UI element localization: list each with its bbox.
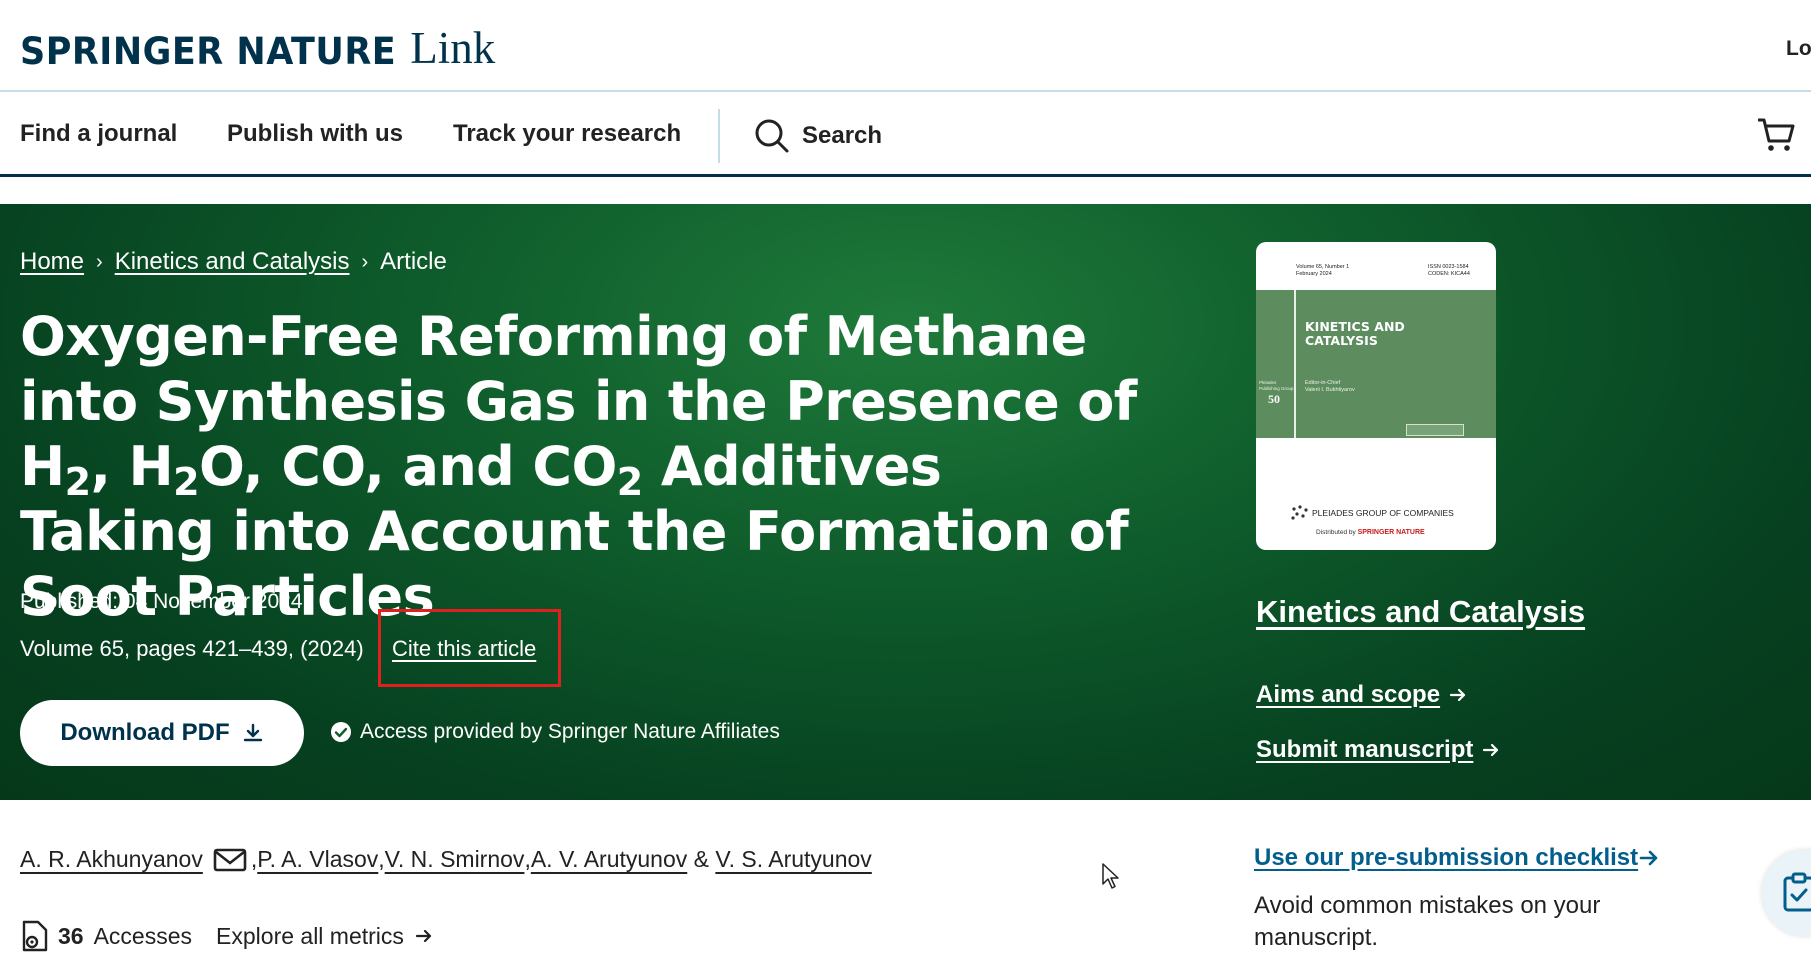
logo-brand-text: SPRINGER NATURE	[20, 30, 397, 74]
author-link[interactable]: A. V. Arutyunov	[531, 846, 687, 873]
breadcrumb-journal[interactable]: Kinetics and Catalysis	[115, 248, 350, 276]
accesses-label: Accesses	[93, 922, 193, 949]
site-header: SPRINGER NATURE Link Lo	[0, 0, 1811, 92]
pre-submission-checklist-link[interactable]: Use our pre-submission checklist	[1254, 844, 1660, 872]
explore-metrics-link[interactable]: Explore all metrics	[216, 923, 434, 950]
cover-editor-label: Editor-in-Chief	[1305, 380, 1341, 386]
author-link[interactable]: V. S. Arutyunov	[715, 846, 871, 873]
checklist-fab-button[interactable]	[1762, 850, 1811, 936]
cart-icon[interactable]	[1756, 114, 1796, 154]
cover-distributor: Distributed by SPRINGER NATURE	[1316, 529, 1425, 536]
title-text: , H	[90, 435, 174, 498]
title-subscript: 2	[173, 460, 199, 504]
cover-publisher-name: PLEIADES GROUP OF COMPANIES	[1312, 508, 1454, 518]
accesses-count: 36	[58, 922, 84, 949]
submit-manuscript-label: Submit manuscript	[1256, 736, 1474, 763]
nav-divider	[718, 109, 720, 163]
cover-editor-name: Valerii I. Bukhtiyarov	[1305, 387, 1355, 393]
article-metrics: 36 Accesses Explore all metrics	[20, 920, 434, 952]
cover-header: Volume 65, Number 1 February 2024 ISSN 00…	[1256, 242, 1496, 290]
journal-cover-image[interactable]: Volume 65, Number 1 February 2024 ISSN 00…	[1256, 242, 1496, 550]
nav-publish-with-us[interactable]: Publish with us	[227, 120, 403, 148]
cover-publisher: PLEIADES GROUP OF COMPANIES	[1290, 505, 1454, 521]
download-pdf-button[interactable]: Download PDF	[20, 700, 304, 766]
cover-title-line: KINETICS AND	[1305, 319, 1405, 334]
article-title: Oxygen-Free Reforming of Methane into Sy…	[20, 304, 1140, 629]
arrow-right-icon	[1639, 850, 1658, 866]
cover-band: Pleiades Publishing Group 50 KINETICS AN…	[1256, 290, 1496, 438]
author-ampersand: &	[687, 846, 716, 872]
access-info: Access provided by Springer Nature Affil…	[330, 720, 780, 744]
cover-coden: CODEN: KICA44	[1428, 271, 1470, 277]
cover-distributor-name: SPRINGER NATURE	[1357, 529, 1425, 536]
author-link[interactable]: P. A. Vlasov	[257, 846, 378, 873]
title-subscript: 2	[64, 460, 91, 504]
volume-pages: Volume 65, pages 421–439, (2024)	[20, 636, 364, 661]
mail-icon[interactable]	[213, 847, 247, 873]
breadcrumb-current: Article	[380, 248, 447, 275]
checklist-icon	[1783, 872, 1811, 912]
cover-title-line: CATALYSIS	[1305, 333, 1378, 348]
search-icon	[755, 119, 789, 153]
aims-and-scope-link[interactable]: Aims and scope	[1256, 681, 1468, 709]
search-button[interactable]: Search	[754, 118, 882, 154]
cover-date: February 2024	[1296, 271, 1332, 277]
cover-issn-info: ISSN 0023-1584 CODEN: KICA44	[1428, 264, 1470, 278]
article-hero: Home › Kinetics and Catalysis › Article …	[0, 204, 1811, 800]
nav-find-journal[interactable]: Find a journal	[20, 120, 177, 148]
chevron-right-icon: ›	[361, 250, 369, 273]
download-icon	[243, 723, 262, 742]
author-link[interactable]: A. R. Akhunyanov	[20, 846, 203, 873]
cover-stamp	[1406, 424, 1464, 436]
mouse-cursor-icon	[1102, 863, 1119, 889]
cover-volume-info: Volume 65, Number 1 February 2024	[1296, 264, 1349, 278]
journal-title-link[interactable]: Kinetics and Catalysis	[1256, 594, 1585, 630]
cite-this-article-link[interactable]: Cite this article	[392, 636, 536, 662]
cover-volume: Volume 65, Number 1	[1296, 264, 1350, 270]
metrics-icon	[22, 920, 48, 952]
main-nav: Find a journal Publish with us Track you…	[0, 92, 1811, 177]
arrow-right-icon	[1483, 743, 1499, 757]
nav-track-research[interactable]: Track your research	[453, 120, 681, 148]
author-link[interactable]: V. N. Smirnov	[385, 846, 525, 873]
cover-anniversary: 50	[1268, 392, 1280, 406]
logo-product-text: Link	[410, 23, 496, 73]
cover-side-column: Pleiades Publishing Group 50	[1256, 290, 1296, 438]
author-list: A. R. Akhunyanov , P. A. Vlasov , V. N. …	[20, 846, 872, 873]
aims-and-scope-label: Aims and scope	[1256, 681, 1441, 708]
login-link[interactable]: Lo	[1786, 37, 1811, 61]
access-text: Access provided by Springer Nature Affil…	[360, 720, 780, 743]
arrow-right-icon	[415, 929, 432, 943]
cover-side-text: Pleiades Publishing Group	[1259, 380, 1294, 391]
chevron-right-icon: ›	[96, 250, 103, 273]
cover-editor: Editor-in-Chief Valerii I. Bukhtiyarov	[1305, 380, 1355, 394]
cover-title: KINETICS AND CATALYSIS	[1305, 320, 1405, 348]
explore-metrics-label: Explore all metrics	[216, 922, 404, 949]
check-circle-icon	[331, 722, 351, 742]
pleiades-logo-icon	[1291, 505, 1308, 520]
arrow-right-icon	[1449, 688, 1466, 702]
search-label: Search	[802, 122, 883, 149]
breadcrumb: Home › Kinetics and Catalysis › Article	[20, 248, 447, 276]
title-subscript: 2	[616, 460, 643, 504]
published-date: Published: 04 November 2024	[20, 590, 303, 613]
cover-distributed-by: Distributed by	[1316, 529, 1356, 536]
checklist-description: Avoid common mistakes on your manuscript…	[1254, 892, 1601, 951]
download-pdf-label: Download PDF	[60, 719, 230, 746]
title-text: O, CO, and CO	[199, 435, 617, 498]
checklist-label: Use our pre-submission checklist	[1254, 844, 1639, 871]
submit-manuscript-link[interactable]: Submit manuscript	[1256, 736, 1501, 764]
cover-issn: ISSN 0023-1584	[1428, 264, 1469, 270]
springer-nature-link-logo[interactable]: SPRINGER NATURE Link	[20, 22, 495, 74]
breadcrumb-home[interactable]: Home	[20, 248, 84, 276]
